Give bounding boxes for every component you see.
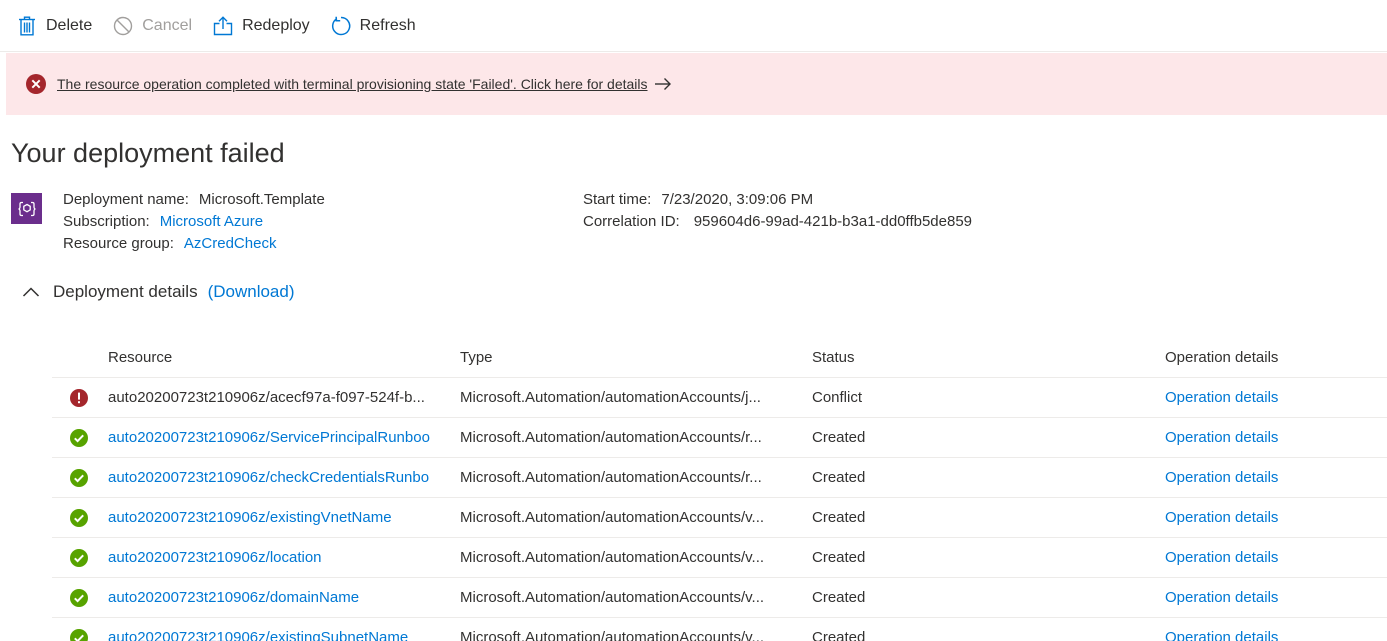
resource-status: Conflict <box>812 389 863 406</box>
deployment-name-label: Deployment name: <box>63 191 189 208</box>
delete-button[interactable]: Delete <box>16 0 112 52</box>
header-operation-details: Operation details <box>1165 348 1279 366</box>
correlation-id-value: 959604d6-99ad-421b-b3a1-dd0ffb5de859 <box>693 213 973 230</box>
start-time-label: Start time: <box>583 191 652 208</box>
table-header: Resource Type Status Operation details <box>52 337 1387 378</box>
header-status: Status <box>812 348 855 366</box>
table-row: auto20200723t210906z/acecf97a-f097-524f-… <box>52 378 1387 418</box>
deployment-icon <box>11 193 42 224</box>
start-time-value: 7/23/2020, 3:09:06 PM <box>661 191 814 208</box>
refresh-icon <box>330 15 352 37</box>
table-row: auto20200723t210906z/checkCredentialsRun… <box>52 458 1387 498</box>
error-icon <box>26 74 46 94</box>
operation-details-link[interactable]: Operation details <box>1164 509 1384 526</box>
success-status-icon <box>70 588 88 607</box>
operation-details-link[interactable]: Operation details <box>1164 389 1384 406</box>
header-type: Type <box>460 348 493 366</box>
upload-icon <box>212 15 234 37</box>
deployment-details-table: Resource Type Status Operation details a… <box>52 337 1387 641</box>
resource-group-link[interactable]: AzCredCheck <box>184 235 277 252</box>
operation-details-link[interactable]: Operation details <box>1164 589 1384 606</box>
resource-name[interactable]: auto20200723t210906z/location <box>108 549 460 566</box>
success-status-icon <box>70 508 88 527</box>
resource-name: auto20200723t210906z/acecf97a-f097-524f-… <box>108 389 425 406</box>
resource-group-label: Resource group: <box>63 235 174 252</box>
subscription-label: Subscription: <box>63 213 150 230</box>
resource-name[interactable]: auto20200723t210906z/existingSubnetName <box>108 629 460 641</box>
page-title: Your deployment failed <box>11 138 285 168</box>
redeploy-label: Redeploy <box>242 16 310 34</box>
success-status-icon <box>70 428 88 447</box>
arrow-right-icon <box>654 78 671 90</box>
resource-name[interactable]: auto20200723t210906z/domainName <box>108 589 460 606</box>
success-status-icon <box>70 468 88 487</box>
resource-name[interactable]: auto20200723t210906z/checkCredentialsRun… <box>108 469 460 486</box>
resource-status: Created <box>812 429 866 446</box>
cancel-icon <box>112 15 134 37</box>
resource-status: Created <box>812 589 866 606</box>
table-body: auto20200723t210906z/acecf97a-f097-524f-… <box>52 378 1387 641</box>
delete-label: Delete <box>46 16 93 34</box>
command-bar: Delete Cancel Redeploy Refresh <box>0 0 1387 52</box>
redeploy-button[interactable]: Redeploy <box>212 0 330 52</box>
header-resource: Resource <box>108 348 173 366</box>
deployment-details-header: Deployment details (Download) <box>22 282 295 302</box>
table-row: auto20200723t210906z/domainName Microsoft… <box>52 578 1387 618</box>
cancel-label: Cancel <box>142 16 193 34</box>
resource-type: Microsoft.Automation/automationAccounts/… <box>460 589 765 606</box>
deployment-summary-left: Deployment name: Microsoft.Template Subsc… <box>63 189 325 255</box>
resource-type: Microsoft.Automation/automationAccounts/… <box>460 549 765 566</box>
trash-icon <box>16 15 38 37</box>
resource-status: Created <box>812 509 866 526</box>
operation-details-link[interactable]: Operation details <box>1164 469 1384 486</box>
error-banner: The resource operation completed with te… <box>6 53 1387 115</box>
table-row: auto20200723t210906z/existingSubnetName M… <box>52 618 1387 641</box>
resource-status: Created <box>812 469 866 486</box>
deployment-details-title: Deployment details <box>53 282 198 301</box>
error-status-icon <box>70 388 88 407</box>
resource-type: Microsoft.Automation/automationAccounts/… <box>460 389 761 406</box>
resource-type: Microsoft.Automation/automationAccounts/… <box>460 509 765 526</box>
resource-type: Microsoft.Automation/automationAccounts/… <box>460 429 762 446</box>
operation-details-link[interactable]: Operation details <box>1164 549 1384 566</box>
operation-details-link[interactable]: Operation details <box>1164 429 1384 446</box>
table-row: auto20200723t210906z/ServicePrincipalRun… <box>52 418 1387 458</box>
correlation-id-label: Correlation ID: <box>583 213 680 230</box>
deployment-summary-right: Start time: 7/23/2020, 3:09:06 PM Correla… <box>583 189 972 233</box>
resource-status: Created <box>812 629 866 641</box>
subscription-link[interactable]: Microsoft Azure <box>160 213 263 230</box>
resource-type: Microsoft.Automation/automationAccounts/… <box>460 469 762 486</box>
chevron-up-icon[interactable] <box>22 286 40 298</box>
success-status-icon <box>70 628 88 641</box>
resource-type: Microsoft.Automation/automationAccounts/… <box>460 629 765 641</box>
error-details-link[interactable]: The resource operation completed with te… <box>57 76 648 92</box>
refresh-button[interactable]: Refresh <box>330 0 436 52</box>
deployment-name-value: Microsoft.Template <box>198 191 325 208</box>
cancel-button[interactable]: Cancel <box>112 0 212 52</box>
refresh-label: Refresh <box>359 16 416 34</box>
table-row: auto20200723t210906z/location Microsoft.A… <box>52 538 1387 578</box>
operation-details-link[interactable]: Operation details <box>1164 629 1384 641</box>
resource-status: Created <box>812 549 866 566</box>
download-link[interactable]: (Download) <box>208 282 295 302</box>
resource-name[interactable]: auto20200723t210906z/ServicePrincipalRun… <box>108 429 460 446</box>
table-row: auto20200723t210906z/existingVnetName Mic… <box>52 498 1387 538</box>
success-status-icon <box>70 548 88 567</box>
resource-name[interactable]: auto20200723t210906z/existingVnetName <box>108 509 460 526</box>
